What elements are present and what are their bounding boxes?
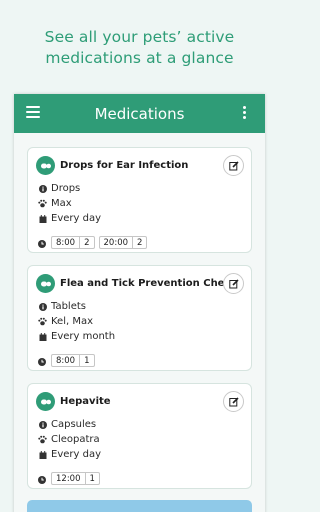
medication-form-row: Capsules [38,419,96,430]
medication-pets-row: Cleopatra [38,434,100,445]
medication-card[interactable]: Drops for Ear Infection Drops Max Every … [27,147,252,253]
medication-form: Drops [51,183,81,194]
pill-icon [36,274,55,293]
medication-name: Flea and Tick Prevention Chew [60,278,234,289]
dose-quantity: 2 [84,237,90,248]
hamburger-menu-icon[interactable] [26,106,40,118]
pill-icon [36,156,55,175]
edit-icon [228,278,239,288]
dose-time-chip: 8:00 1 [51,354,95,367]
dose-time: 8:00 [52,355,81,366]
dose-time-chip: 20:00 2 [98,236,148,249]
dose-time: 20:00 [100,237,134,248]
medication-pets: Cleopatra [51,434,100,445]
dose-quantity: 1 [84,355,90,366]
medication-name: Drops for Ear Infection [60,160,189,171]
paw-icon [38,435,47,444]
dose-time-chip: 8:00 2 [51,236,95,249]
more-vert-icon[interactable] [243,106,246,119]
add-medication-button[interactable] [27,500,252,512]
dose-times: 8:00 2 20:00 2 [38,233,151,252]
calendar-icon [38,450,47,459]
medication-frequency-row: Every day [38,213,101,224]
medication-frequency-row: Every day [38,449,101,460]
promo-headline-line-2: medications at a glance [45,49,234,67]
medication-frequency: Every day [51,213,101,224]
medication-form: Capsules [51,419,97,430]
paw-icon [38,199,47,208]
paw-icon [38,317,47,326]
clock-icon [38,233,46,252]
clock-icon [38,469,46,488]
medication-pets: Kel, Max [51,316,94,327]
app-bar-title: Medications [94,104,185,123]
medication-pets: Max [51,198,72,209]
medication-frequency: Every day [51,449,101,460]
dose-time-chip: 12:00 1 [51,472,100,485]
medication-card[interactable]: Hepavite Capsules Cleopatra Every day 12… [27,383,252,489]
edit-button[interactable] [223,155,244,176]
medication-frequency: Every month [51,331,116,342]
medication-form: Tablets [51,301,86,312]
dose-time: 8:00 [52,237,81,248]
edit-icon [228,396,239,406]
promo-headline-line-1: See all your pets’ active [44,28,235,46]
medication-pets-row: Max [38,198,72,209]
medication-frequency-row: Every month [38,331,115,342]
app-bar: Medications [14,94,265,133]
edit-icon [228,160,239,170]
info-icon [38,302,47,311]
dose-quantity: 2 [137,237,143,248]
medication-pets-row: Kel, Max [38,316,93,327]
edit-button[interactable] [223,391,244,412]
dose-times: 12:00 1 [38,469,104,488]
medication-card[interactable]: Flea and Tick Prevention Chew Tablets Ke… [27,265,252,371]
calendar-icon [38,332,47,341]
dose-times: 8:00 1 [38,351,99,370]
dose-time: 12:00 [52,473,86,484]
info-icon [38,184,47,193]
edit-button[interactable] [223,273,244,294]
medication-form-row: Drops [38,183,80,194]
dose-quantity: 1 [89,473,95,484]
promo-headline: See all your pets’ active medications at… [0,27,279,69]
calendar-icon [38,214,47,223]
clock-icon [38,351,46,370]
app-screen: Medications Drops for Ear Infection Drop… [14,94,265,512]
medication-form-row: Tablets [38,301,86,312]
medication-name: Hepavite [60,396,111,407]
info-icon [38,420,47,429]
pill-icon [36,392,55,411]
